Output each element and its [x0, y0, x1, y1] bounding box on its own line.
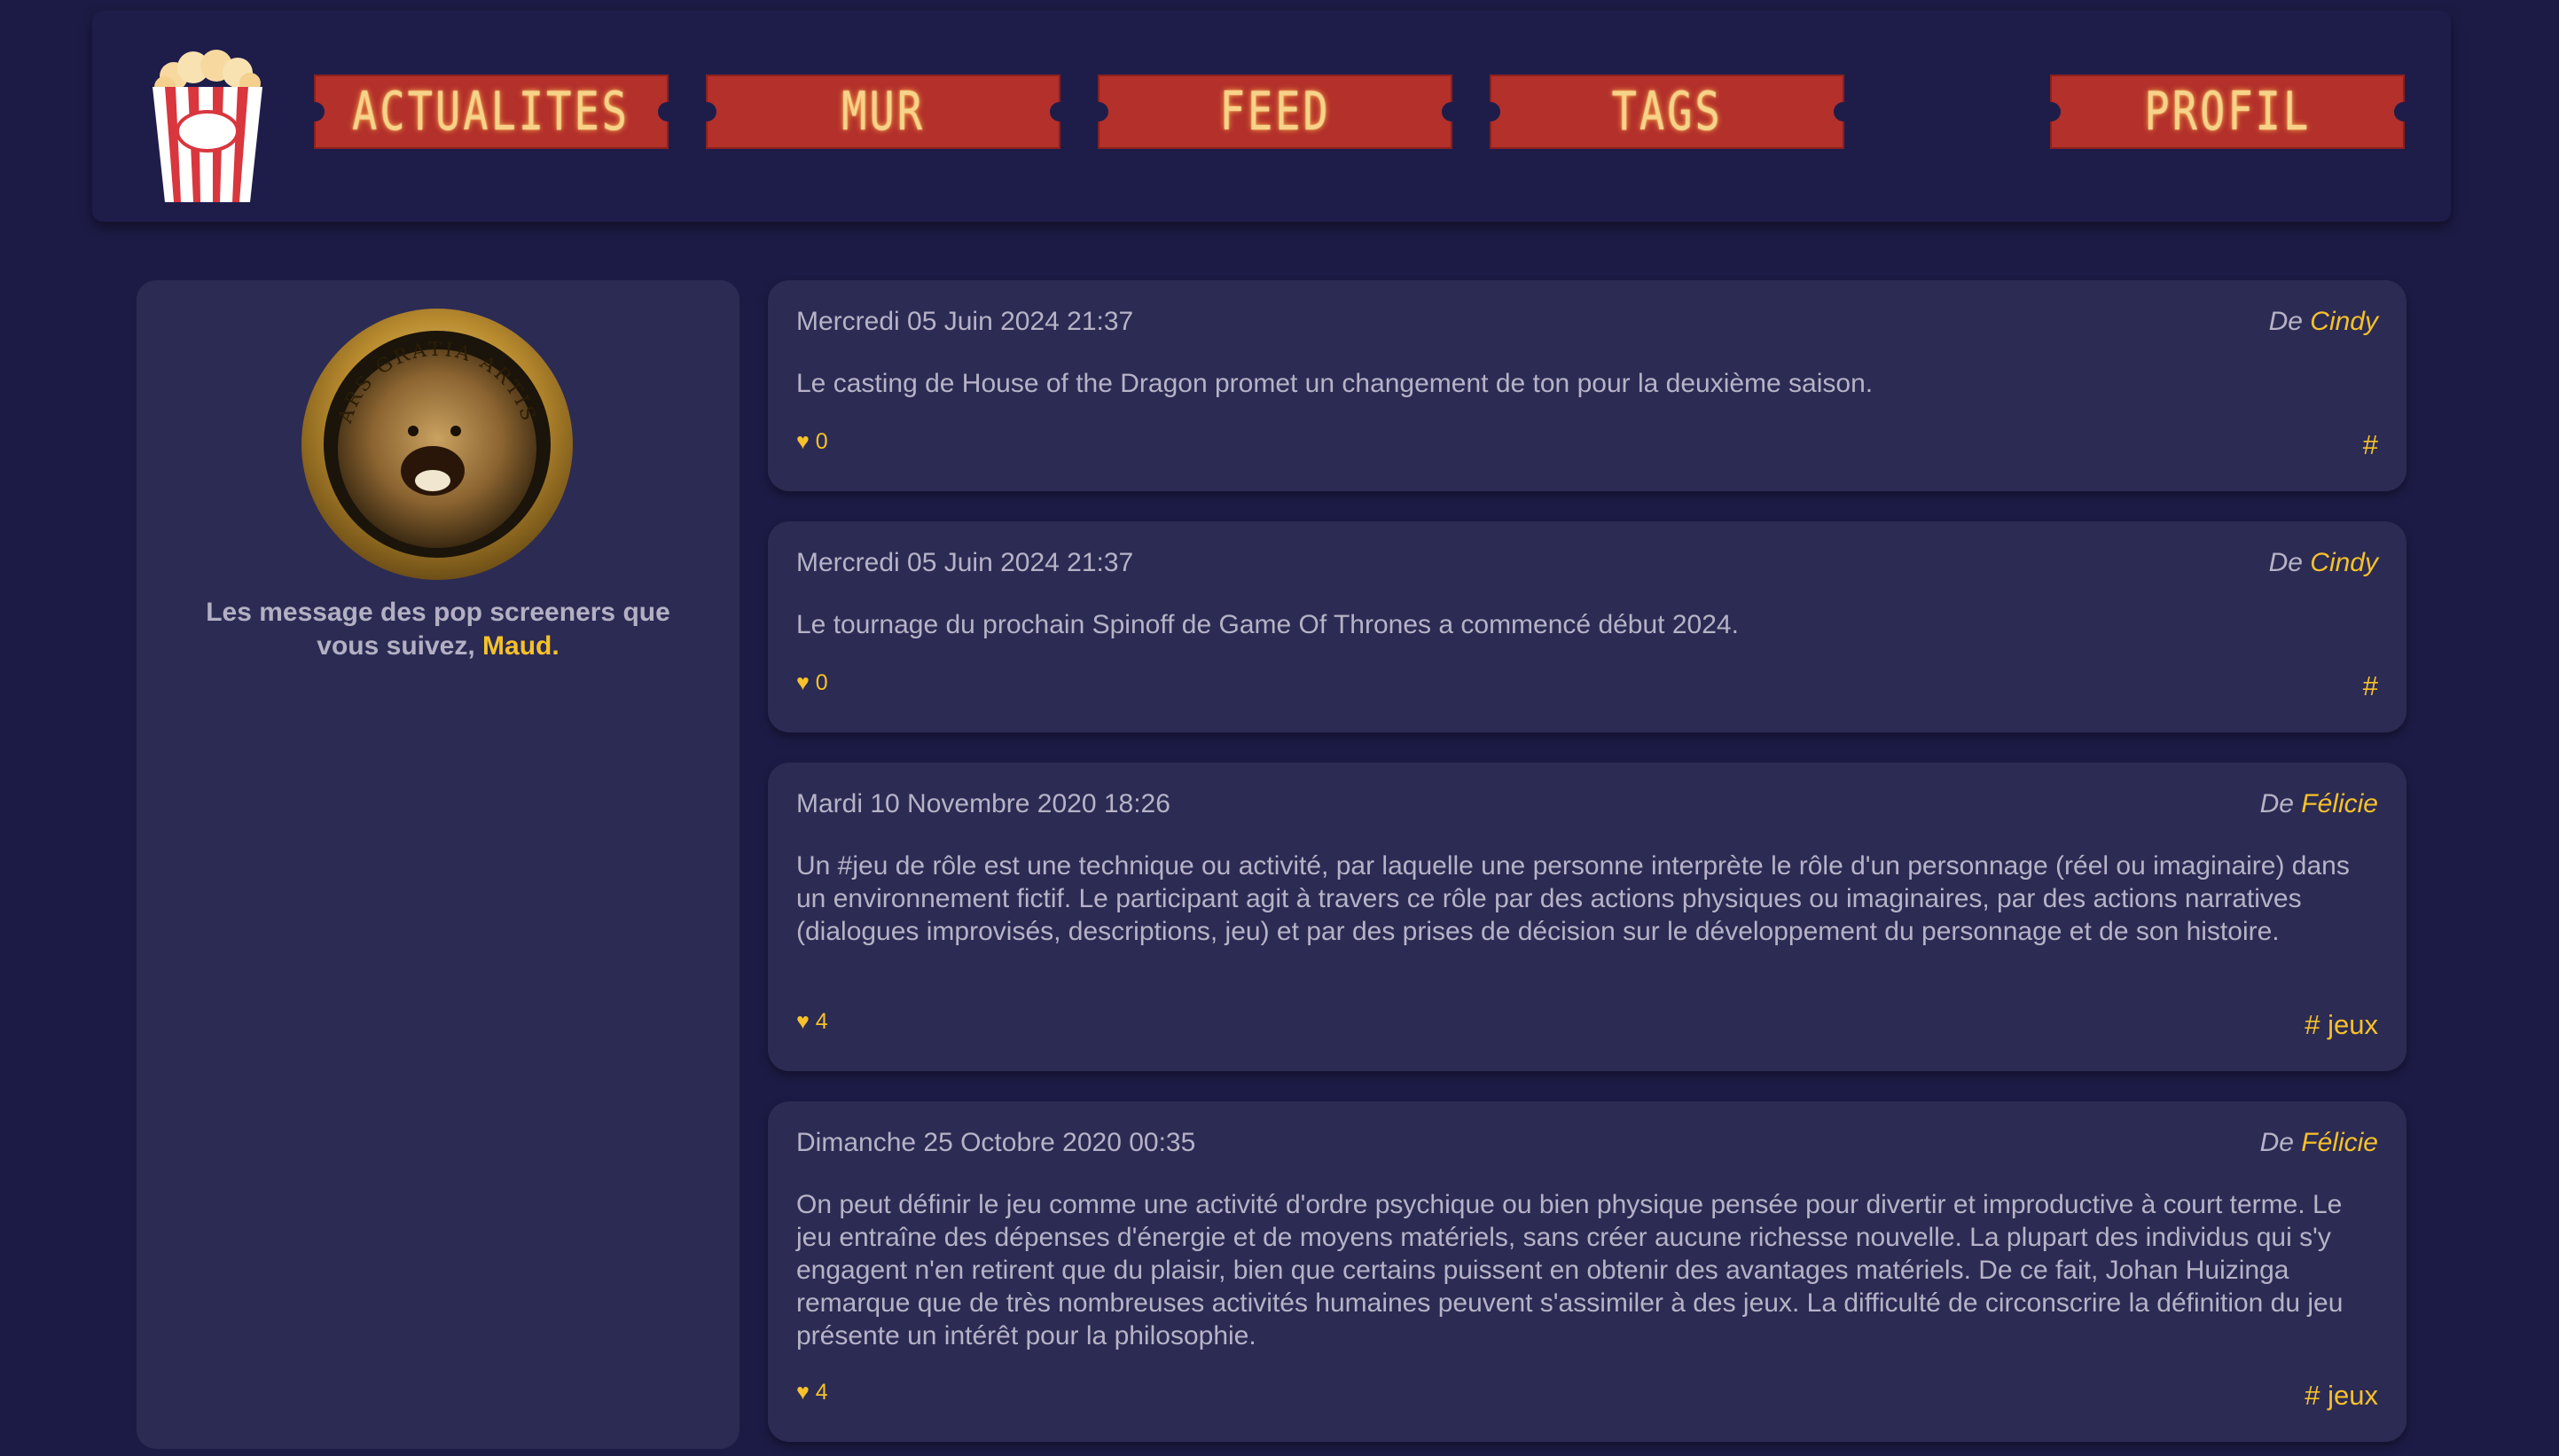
nav-profil-label: PROFIL — [2144, 81, 2311, 143]
post-author-name[interactable]: Cindy — [2310, 548, 2378, 577]
nav-profil[interactable]: PROFIL — [2041, 74, 2414, 149]
post-body: On peut définir le jeu comme une activit… — [796, 1190, 2344, 1350]
lion-emblem-avatar: ARS GRATIA ARTIS — [301, 309, 573, 580]
post-author-prefix: De — [2259, 1128, 2294, 1157]
post-author: De Cindy — [2269, 548, 2378, 578]
nav-actualites[interactable]: ACTUALITES — [305, 74, 677, 149]
post-author: De Félicie — [2260, 1128, 2378, 1158]
nav-actualites-label: ACTUALITES — [352, 81, 630, 143]
like-button[interactable]: ♥ 4 — [796, 1380, 828, 1405]
post-body: Le casting de House of the Dragon promet… — [796, 369, 1874, 398]
top-navigation-bar: ACTUALITES MUR FEED TAGS PROFIL — [92, 11, 2451, 222]
post-author-prefix: De — [2268, 548, 2303, 577]
post-author: De Félicie — [2260, 789, 2378, 819]
like-button[interactable]: ♥ 0 — [796, 429, 828, 455]
post-body: Le tournage du prochain Spinoff de Game … — [796, 610, 1739, 639]
post-card: Mercredi 05 Juin 2024 21:37 De Cindy Le … — [768, 521, 2406, 732]
post-date: Mercredi 05 Juin 2024 21:37 — [796, 548, 1134, 577]
post-card: Mercredi 05 Juin 2024 21:37 De Cindy Le … — [768, 280, 2406, 491]
nav-feed-label: FEED — [1219, 81, 1331, 143]
sidebar-panel: ARS GRATIA ARTIS Les message des pop scr… — [137, 280, 740, 1449]
post-author-name[interactable]: Cindy — [2310, 307, 2378, 336]
post-body: Un #jeu de rôle est une technique ou act… — [796, 851, 2350, 946]
nav-tags[interactable]: TAGS — [1481, 74, 1853, 149]
post-date: Dimanche 25 Octobre 2020 00:35 — [796, 1128, 1196, 1157]
post-tag-link[interactable]: # — [2363, 429, 2378, 461]
post-author-prefix: De — [2259, 789, 2294, 818]
post-card: Mardi 10 Novembre 2020 18:26 De Félicie … — [768, 763, 2406, 1071]
post-author-name[interactable]: Félicie — [2301, 789, 2378, 818]
post-tag-link[interactable]: # — [2363, 670, 2378, 702]
popcorn-icon[interactable] — [147, 46, 268, 204]
sidebar-username: Maud. — [482, 631, 560, 661]
post-author: De Cindy — [2269, 307, 2378, 337]
post-tag-link[interactable]: # jeux — [2305, 1009, 2378, 1041]
nav-feed[interactable]: FEED — [1089, 74, 1461, 149]
sidebar-intro: Les message des pop screeners que vous s… — [206, 598, 670, 661]
nav-tags-label: TAGS — [1611, 81, 1723, 143]
post-author-prefix: De — [2268, 307, 2303, 336]
post-tag-link[interactable]: # jeux — [2305, 1380, 2378, 1412]
like-button[interactable]: ♥ 0 — [796, 670, 828, 696]
sidebar-intro-text: Les message des pop screeners que vous s… — [172, 596, 704, 663]
like-button[interactable]: ♥ 4 — [796, 1009, 828, 1035]
post-card: Dimanche 25 Octobre 2020 00:35 De Félici… — [768, 1101, 2406, 1442]
nav-mur-label: MUR — [841, 81, 925, 143]
nav-mur[interactable]: MUR — [697, 74, 1069, 149]
post-author-name[interactable]: Félicie — [2301, 1128, 2378, 1157]
post-date: Mardi 10 Novembre 2020 18:26 — [796, 789, 1170, 818]
post-date: Mercredi 05 Juin 2024 21:37 — [796, 307, 1134, 336]
